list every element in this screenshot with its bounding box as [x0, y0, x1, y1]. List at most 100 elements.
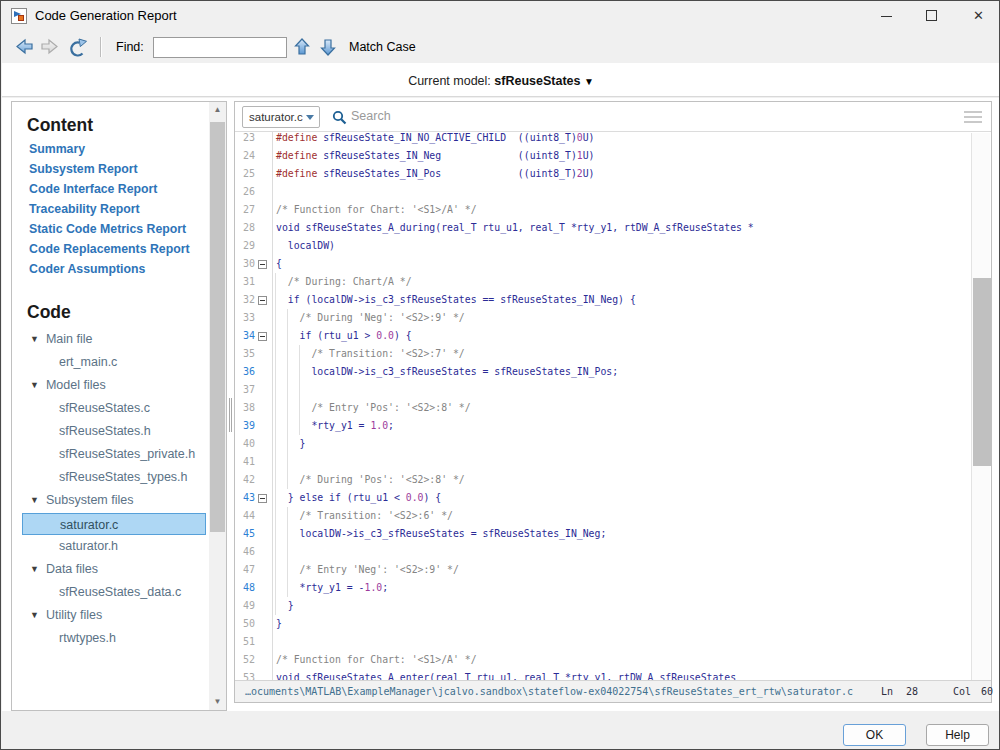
code-line: 51	[235, 633, 972, 651]
line-number[interactable]: 29	[235, 237, 255, 255]
current-model-bar: Current model: sfReuseStates ▼	[2, 63, 1000, 97]
tree-file[interactable]: sfReuseStates_private.h	[59, 443, 195, 465]
maximize-button[interactable]	[909, 1, 954, 31]
panel-splitter[interactable]	[229, 398, 232, 432]
line-number[interactable]: 47	[235, 561, 255, 579]
back-icon[interactable]	[13, 37, 35, 57]
tree-collapse-icon[interactable]: ▼	[30, 374, 39, 396]
tree-group[interactable]: ▼Data files	[30, 558, 98, 580]
code-scroll-thumb[interactable]	[973, 278, 991, 466]
menu-icon[interactable]	[964, 111, 982, 126]
file-selector-dropdown[interactable]: saturator.c	[242, 106, 320, 128]
code-text: /* During 'Neg': '<S2>:9' */	[276, 309, 465, 327]
line-number[interactable]: 36	[235, 363, 255, 381]
line-number[interactable]: 32	[235, 291, 255, 309]
line-number[interactable]: 43	[235, 489, 255, 507]
line-number[interactable]: 30	[235, 255, 255, 273]
scroll-down-icon[interactable]: ▼	[209, 694, 226, 710]
line-number[interactable]: 40	[235, 435, 255, 453]
line-number[interactable]: 26	[235, 183, 255, 201]
tree-collapse-icon[interactable]: ▼	[30, 328, 39, 350]
help-button[interactable]: Help	[926, 724, 989, 746]
line-number[interactable]: 39	[235, 417, 255, 435]
line-number[interactable]: 48	[235, 579, 255, 597]
code-line: 24#define sfReuseStates_IN_Neg ((uint8_T…	[235, 147, 972, 165]
content-heading: Content	[27, 115, 93, 136]
tree-file[interactable]: sfReuseStates_data.c	[59, 581, 181, 603]
content-link[interactable]: Code Replacements Report	[29, 239, 190, 259]
code-line: 32 if (localDW->is_c3_sfReuseStates == s…	[235, 291, 972, 309]
tree-file[interactable]: sfReuseStates.c	[59, 397, 150, 419]
forward-icon[interactable]	[39, 37, 61, 57]
line-number[interactable]: 31	[235, 273, 255, 291]
tree-file[interactable]: saturator.c	[22, 513, 206, 535]
line-number[interactable]: 51	[235, 633, 255, 651]
content-link[interactable]: Summary	[29, 139, 190, 159]
code-line: 23#define sfReuseState_IN_NO_ACTIVE_CHIL…	[235, 132, 972, 147]
line-number[interactable]: 35	[235, 345, 255, 363]
find-label: Find:	[116, 40, 144, 54]
sidebar-scrollbar[interactable]: ▲ ▼	[209, 102, 226, 710]
line-number[interactable]: 45	[235, 525, 255, 543]
app-icon	[11, 8, 27, 24]
code-line: 34 if (rtu_u1 > 0.0) {	[235, 327, 972, 345]
content-link[interactable]: Coder Assumptions	[29, 259, 190, 279]
line-number[interactable]: 52	[235, 651, 255, 669]
search-input[interactable]: Search	[351, 109, 391, 123]
find-next-icon[interactable]	[318, 37, 338, 57]
content-link[interactable]: Traceability Report	[29, 199, 190, 219]
sidebar-scroll-thumb[interactable]	[210, 122, 225, 532]
code-text: /* Function for Chart: '<S1>/A' */	[276, 651, 477, 669]
code-scrollbar[interactable]	[971, 133, 990, 682]
line-number[interactable]: 34	[235, 327, 255, 345]
line-number[interactable]: 27	[235, 201, 255, 219]
refresh-icon[interactable]	[66, 37, 90, 59]
fold-icon[interactable]	[258, 260, 267, 269]
line-number[interactable]: 37	[235, 381, 255, 399]
line-number[interactable]: 50	[235, 615, 255, 633]
line-number[interactable]: 28	[235, 219, 255, 237]
fold-icon[interactable]	[258, 296, 267, 305]
line-number[interactable]: 25	[235, 165, 255, 183]
tree-file[interactable]: saturator.h	[59, 535, 118, 557]
line-number[interactable]: 38	[235, 399, 255, 417]
tree-collapse-icon[interactable]: ▼	[30, 558, 39, 580]
fold-icon[interactable]	[258, 332, 267, 341]
tree-group-label: Utility files	[46, 608, 102, 622]
content-link[interactable]: Code Interface Report	[29, 179, 190, 199]
tree-group[interactable]: ▼Subsystem files	[30, 489, 133, 511]
close-button[interactable]: ✕	[957, 1, 1000, 31]
code-line: 36 localDW->is_c3_sfReuseStates = sfReus…	[235, 363, 972, 381]
minimize-button[interactable]	[864, 1, 909, 31]
tree-collapse-icon[interactable]: ▼	[30, 604, 39, 626]
tree-collapse-icon[interactable]: ▼	[30, 489, 39, 511]
line-number[interactable]: 33	[235, 309, 255, 327]
ok-button[interactable]: OK	[843, 724, 906, 746]
tree-group[interactable]: ▼ Utility files	[30, 604, 102, 626]
code-line: 52 /* Function for Chart: '<S1>/A' */	[235, 651, 972, 669]
content-link[interactable]: Static Code Metrics Report	[29, 219, 190, 239]
scroll-up-icon[interactable]: ▲	[209, 102, 226, 118]
tree-group[interactable]: ▼Model files	[30, 374, 106, 396]
tree-file[interactable]: rtwtypes.h	[59, 627, 116, 649]
tree-file[interactable]: sfReuseStates.h	[59, 420, 151, 442]
line-number[interactable]: 24	[235, 147, 255, 165]
code-line: 28void sfReuseStates_A_during(real_T rtu…	[235, 219, 972, 237]
code-text: localDW->is_c3_sfReuseStates = sfReuseSt…	[276, 525, 606, 543]
gutter-separator	[272, 132, 273, 682]
find-input[interactable]	[153, 37, 287, 58]
line-number[interactable]: 49	[235, 597, 255, 615]
tree-file[interactable]: ert_main.c	[59, 351, 117, 373]
model-dropdown-caret[interactable]: ▼	[584, 76, 594, 87]
line-number[interactable]: 44	[235, 507, 255, 525]
tree-file[interactable]: sfReuseStates_types.h	[59, 466, 188, 488]
line-number[interactable]: 42	[235, 471, 255, 489]
tree-group[interactable]: ▼Main file	[30, 328, 92, 350]
line-number[interactable]: 41	[235, 453, 255, 471]
fold-icon[interactable]	[258, 494, 267, 503]
find-previous-icon[interactable]	[292, 37, 312, 57]
line-number[interactable]: 23	[235, 132, 255, 147]
line-number[interactable]: 46	[235, 543, 255, 561]
content-link[interactable]: Subsystem Report	[29, 159, 190, 179]
match-case-label[interactable]: Match Case	[349, 40, 416, 54]
